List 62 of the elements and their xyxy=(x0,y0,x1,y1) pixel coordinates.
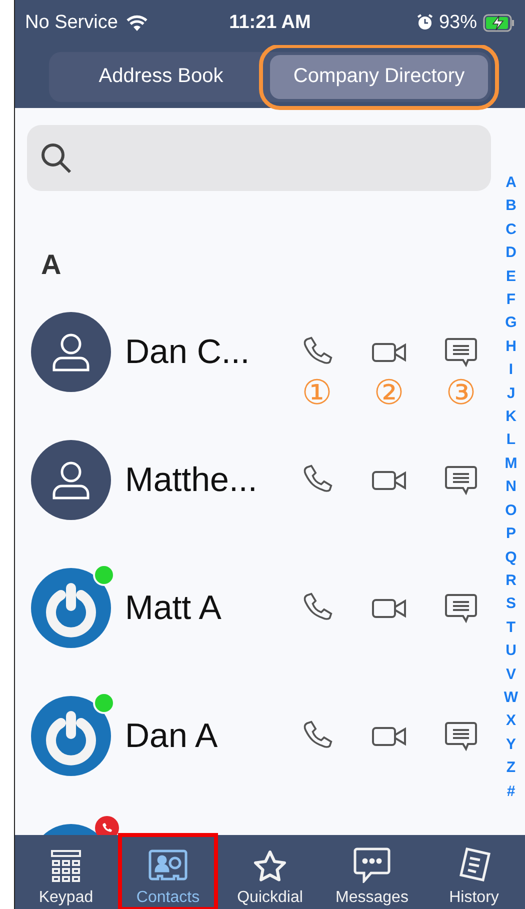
index-letter[interactable]: M xyxy=(504,452,518,476)
alarm-clock-icon xyxy=(416,14,433,31)
callout-number: ③ xyxy=(446,374,476,412)
video-camera-icon xyxy=(371,468,407,492)
contact-name[interactable]: Matt A xyxy=(125,568,283,648)
index-letter[interactable]: Y xyxy=(506,732,516,756)
segment-tab[interactable]: Company Directory xyxy=(270,54,488,98)
index-letter[interactable]: T xyxy=(506,616,516,640)
star-icon xyxy=(252,849,288,883)
contact-card-icon xyxy=(148,849,188,883)
message-icon xyxy=(444,592,478,624)
index-letter[interactable]: Z xyxy=(506,756,516,780)
index-letter[interactable]: # xyxy=(506,780,516,803)
index-letter[interactable]: O xyxy=(505,498,517,522)
carrier-label: No Service xyxy=(25,12,118,34)
tab-bar-item[interactable]: Contacts xyxy=(120,835,216,909)
contact-name[interactable]: Matthe... xyxy=(125,440,283,520)
index-letter[interactable]: V xyxy=(506,662,516,686)
document-list-icon xyxy=(457,847,491,883)
callout-number: ② xyxy=(374,374,404,412)
index-letter[interactable]: W xyxy=(504,686,518,710)
contact-name[interactable]: Dan C... xyxy=(125,312,283,392)
index-letter[interactable]: U xyxy=(506,639,516,663)
callout-number: ① xyxy=(302,374,332,412)
contact-name[interactable]: Dan A xyxy=(125,696,283,776)
index-letter[interactable]: H xyxy=(506,334,516,358)
section-header: A xyxy=(41,249,62,281)
message-icon xyxy=(444,720,478,752)
index-letter[interactable]: P xyxy=(506,522,516,546)
index-letter[interactable]: G xyxy=(505,311,517,335)
index-letter[interactable]: R xyxy=(506,568,516,592)
battery-percent: 93% xyxy=(438,12,478,34)
index-letter[interactable]: F xyxy=(506,288,516,312)
index-letter[interactable]: J xyxy=(506,382,516,406)
message-icon xyxy=(444,464,478,496)
index-letter[interactable]: S xyxy=(506,592,516,616)
video-camera-icon xyxy=(371,724,407,748)
message-icon xyxy=(444,336,478,368)
index-letter[interactable]: D xyxy=(506,241,516,265)
search-field[interactable] xyxy=(27,125,491,191)
wifi-icon xyxy=(126,14,148,31)
index-letter[interactable]: C xyxy=(506,218,516,242)
index-letter[interactable]: I xyxy=(508,358,514,382)
index-letter[interactable]: A xyxy=(506,171,516,194)
search-icon xyxy=(39,141,73,175)
tab-bar-item[interactable]: Quickdial xyxy=(222,835,318,909)
index-letter[interactable]: B xyxy=(506,194,516,218)
tab-bar-item[interactable]: Keypad xyxy=(18,835,114,909)
tab-bar-item[interactable]: Messages xyxy=(324,835,420,909)
index-letter[interactable]: X xyxy=(506,709,516,733)
keypad-icon xyxy=(49,849,83,883)
video-camera-icon xyxy=(371,340,407,364)
chat-bubble-icon xyxy=(353,847,391,883)
tab-bar-item[interactable]: History xyxy=(426,835,522,909)
index-letter[interactable]: K xyxy=(506,405,516,428)
index-letter[interactable]: L xyxy=(506,428,516,452)
clock-time: 11:21 AM xyxy=(229,12,311,34)
index-letter[interactable]: N xyxy=(506,475,516,499)
segment-tab[interactable]: Address Book xyxy=(52,54,270,98)
video-camera-icon xyxy=(371,596,407,620)
index-letter[interactable]: Q xyxy=(505,546,517,569)
index-letter[interactable]: E xyxy=(506,264,516,288)
